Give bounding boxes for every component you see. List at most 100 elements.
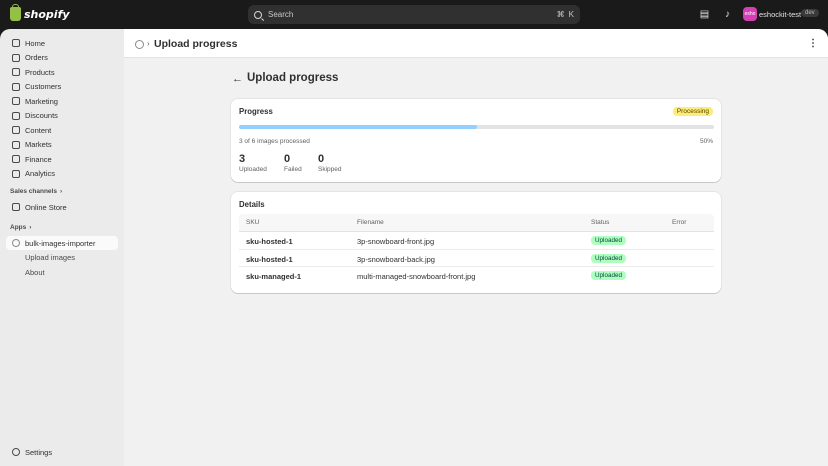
customers-icon xyxy=(12,82,20,91)
progress-bar-fill xyxy=(239,125,477,129)
chevron-right-icon: › xyxy=(147,39,150,48)
apps-label: Apps xyxy=(10,224,27,231)
sidebar-item-label: Finance xyxy=(25,154,52,164)
search-placeholder: Search xyxy=(268,10,294,19)
content-icon xyxy=(12,126,20,134)
processed-text: 3 of 6 images processed xyxy=(239,138,310,145)
bell-icon[interactable]: ♪ xyxy=(722,9,733,20)
status-badge: Processing xyxy=(672,107,713,116)
command-key: ⌘ xyxy=(556,10,565,19)
sidebar-item-settings[interactable]: Settings xyxy=(6,445,118,459)
sidebar-item-home[interactable]: Home xyxy=(6,36,118,50)
sidebar-item-label: Discounts xyxy=(25,111,58,120)
stat-failed: 0 Failed xyxy=(284,153,302,173)
stat-label: Uploaded xyxy=(239,166,267,173)
app-header: › Upload progress ⋮ xyxy=(124,29,828,58)
page-title: Upload progress xyxy=(247,72,339,84)
column-header-sku: SKU xyxy=(246,219,260,226)
column-header-status: Status xyxy=(591,219,610,226)
top-bar: shopify Search ⌘ K ▤ ♪ esho eshockit-tes… xyxy=(0,0,828,29)
status-badge: Uploaded xyxy=(591,253,626,263)
header-title: Upload progress xyxy=(154,38,238,50)
filename-cell: multi-managed-snowboard-front.jpg xyxy=(357,272,476,282)
back-arrow-icon[interactable]: ← xyxy=(232,73,243,85)
sidebar-item-upload-images[interactable]: Upload images xyxy=(6,251,118,265)
sidebar-item-label: Orders xyxy=(25,53,48,62)
sidebar-item-label: Online Store xyxy=(25,202,67,212)
sidebar-item-bulk-images-importer[interactable]: bulk-images-importer xyxy=(6,236,118,250)
table-header: SKU Filename Status Error xyxy=(239,214,714,232)
sidebar-item-orders[interactable]: Orders xyxy=(6,51,118,65)
sidebar-item-label: Products xyxy=(25,67,55,77)
table-row: sku-hosted-1 3p-snowboard-front.jpg Uplo… xyxy=(239,232,714,250)
stat-value: 3 xyxy=(239,153,246,165)
sidebar-item-label: Home xyxy=(25,38,46,48)
shopify-logo[interactable]: shopify xyxy=(10,4,70,21)
status-badge: Uploaded xyxy=(591,271,626,281)
details-card: Details SKU Filename Status Error sku-ho… xyxy=(231,192,721,293)
logo-text: shopify xyxy=(24,7,70,21)
sidebar-item-analytics[interactable]: Analytics xyxy=(6,167,118,181)
sidebar-item-label: Customers xyxy=(25,82,62,91)
shopify-bag-icon xyxy=(10,4,21,21)
app-icon xyxy=(135,40,144,49)
search-bar[interactable]: Search ⌘ K xyxy=(248,5,580,24)
sidebar-item-online-store[interactable]: Online Store xyxy=(6,200,118,214)
orders-icon xyxy=(12,53,20,62)
sales-channels-heading[interactable]: Sales channels › xyxy=(10,188,62,195)
sidebar-item-label: Settings xyxy=(25,447,53,457)
k-key: K xyxy=(568,10,574,19)
globe-icon xyxy=(12,140,20,149)
discounts-icon xyxy=(12,111,20,120)
ellipsis-icon[interactable]: ⋮ xyxy=(808,38,818,49)
online-store-icon xyxy=(12,203,20,211)
sidebar-item-products[interactable]: Products xyxy=(6,65,118,79)
chevron-right-icon: › xyxy=(59,188,63,195)
details-card-title: Details xyxy=(239,200,265,209)
stat-value: 0 xyxy=(318,153,325,165)
sidebar-item-discounts[interactable]: Discounts xyxy=(6,109,118,123)
sidebar-item-label: Upload images xyxy=(25,253,76,262)
status-badge: Uploaded xyxy=(591,236,626,245)
stat-uploaded: 3 Uploaded xyxy=(239,153,267,173)
table-row: sku-hosted-1 3p-snowboard-back.jpg Uploa… xyxy=(239,250,714,268)
percent-text: 50% xyxy=(699,138,713,145)
apps-heading[interactable]: Apps › xyxy=(10,224,31,231)
search-shortcut: ⌘ K xyxy=(557,10,574,19)
sidebar-item-about[interactable]: About xyxy=(6,265,118,279)
sidebar-item-finance[interactable]: Finance xyxy=(6,152,118,166)
app-icon xyxy=(12,239,20,247)
sidebar-item-marketing[interactable]: Marketing xyxy=(6,94,118,108)
sidebar-item-label: About xyxy=(25,267,45,277)
chevron-right-icon: › xyxy=(29,224,32,231)
details-table: SKU Filename Status Error sku-hosted-1 3… xyxy=(239,214,714,285)
store-icon[interactable]: ▤ xyxy=(699,9,710,20)
sidebar-item-content[interactable]: Content xyxy=(6,123,118,137)
sidebar-item-label: Analytics xyxy=(25,169,56,178)
filename-cell: 3p-snowboard-back.jpg xyxy=(357,254,435,264)
products-icon xyxy=(12,68,20,76)
progress-card: Progress Processing 3 of 6 images proces… xyxy=(231,99,721,182)
stat-label: Failed xyxy=(284,166,302,173)
env-badge: dev xyxy=(801,9,819,17)
home-icon xyxy=(12,39,20,47)
analytics-icon xyxy=(12,169,20,178)
sku-cell: sku-hosted-1 xyxy=(246,254,293,264)
store-avatar[interactable]: esho xyxy=(743,7,757,21)
sidebar-item-markets[interactable]: Markets xyxy=(6,138,118,152)
stat-skipped: 0 Skipped xyxy=(318,153,342,173)
filename-cell: 3p-snowboard-front.jpg xyxy=(357,237,435,246)
sidebar-item-label: bulk-images-importer xyxy=(25,238,96,248)
stat-value: 0 xyxy=(284,153,291,165)
main-area: › Upload progress ⋮ ← Upload progress Pr… xyxy=(124,29,828,466)
sidebar-item-label: Marketing xyxy=(25,96,58,106)
column-header-filename: Filename xyxy=(357,219,384,226)
sidebar-item-label: Content xyxy=(25,125,52,135)
sidebar-item-label: Markets xyxy=(25,140,52,149)
search-icon xyxy=(254,10,262,19)
sku-cell: sku-hosted-1 xyxy=(246,237,293,246)
sku-cell: sku-managed-1 xyxy=(246,272,302,282)
store-name[interactable]: eshockit-test xyxy=(759,10,801,19)
progress-card-title: Progress xyxy=(239,107,273,116)
sidebar-item-customers[interactable]: Customers xyxy=(6,80,118,94)
